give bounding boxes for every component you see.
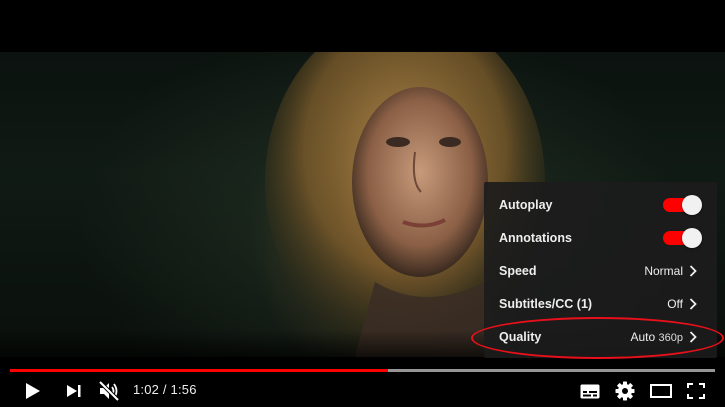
subtitles-icon — [580, 384, 600, 398]
progress-bar[interactable] — [10, 369, 715, 372]
annotations-toggle[interactable] — [663, 227, 702, 248]
autoplay-toggle[interactable] — [663, 194, 702, 215]
gear-icon — [615, 381, 635, 401]
progress-played — [10, 369, 388, 372]
menu-item-speed[interactable]: Speed Normal — [484, 254, 717, 287]
duration: 1:56 — [170, 382, 197, 397]
play-button[interactable] — [20, 378, 46, 404]
menu-item-annotations[interactable]: Annotations — [484, 221, 717, 254]
menu-item-value: Normal — [644, 263, 683, 278]
quality-resolution: 360p — [658, 331, 683, 344]
settings-menu: Autoplay Annotations Speed Normal Subtit… — [484, 182, 717, 358]
menu-item-label: Annotations — [499, 230, 572, 245]
player-controls: 1:02 / 1:56 — [0, 374, 725, 407]
settings-button[interactable] — [613, 378, 637, 404]
time-separator: / — [159, 382, 171, 397]
time-display: 1:02 / 1:56 — [133, 382, 197, 397]
menu-item-label: Quality — [499, 329, 542, 344]
fullscreen-icon — [687, 383, 705, 399]
menu-item-label: Subtitles/CC (1) — [499, 296, 593, 311]
menu-item-value: Off — [667, 296, 683, 311]
play-icon — [26, 383, 40, 399]
chevron-right-icon — [689, 264, 699, 278]
subtitles-button[interactable] — [578, 378, 602, 404]
menu-item-autoplay[interactable]: Autoplay — [484, 188, 717, 221]
next-button[interactable] — [62, 378, 86, 404]
menu-item-value: Auto 360p — [630, 330, 683, 344]
menu-item-subtitles[interactable]: Subtitles/CC (1) Off — [484, 287, 717, 320]
menu-item-label: Autoplay — [499, 197, 553, 212]
theater-mode-icon — [650, 384, 672, 398]
volume-muted-icon — [98, 381, 120, 401]
menu-item-quality[interactable]: Quality Auto 360p — [484, 320, 717, 353]
video-player[interactable]: Autoplay Annotations Speed Normal Subtit… — [0, 0, 725, 407]
menu-item-label: Speed — [499, 263, 537, 278]
chevron-right-icon — [689, 330, 699, 344]
next-icon — [67, 385, 81, 397]
fullscreen-button[interactable] — [684, 378, 708, 404]
toggle-knob — [682, 227, 702, 248]
mute-button[interactable] — [96, 378, 122, 404]
current-time: 1:02 — [133, 382, 160, 397]
chevron-right-icon — [689, 297, 699, 311]
theater-mode-button[interactable] — [648, 378, 674, 404]
quality-mode: Auto — [630, 329, 656, 344]
toggle-knob — [682, 194, 702, 215]
